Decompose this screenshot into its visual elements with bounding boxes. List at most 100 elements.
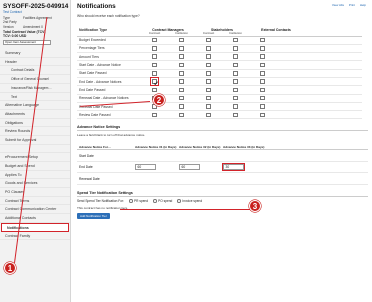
sidebar-item[interactable]: Review Rounds [0,127,70,136]
sidebar-item[interactable]: Office of General Counsel [0,75,70,84]
subcol-contract: Contract [202,30,215,35]
notification-checkbox[interactable] [179,62,184,68]
notification-checkbox[interactable] [179,79,184,84]
radio-label: Invoice spend [182,198,203,203]
advance-notice-days-input[interactable]: 60 [179,164,200,170]
radio-icon [177,199,181,203]
notification-checkbox[interactable] [206,54,211,59]
notification-checkbox[interactable] [260,46,265,51]
notification-checkbox[interactable] [152,54,157,59]
notification-checkbox[interactable] [233,79,238,84]
sidebar-item[interactable]: Applies To [0,171,70,180]
notification-checkbox[interactable] [152,37,157,43]
radio-icon [128,199,133,203]
checkbox-cell [222,95,249,101]
sidebar-item[interactable]: Goods and Services [0,179,70,189]
notification-type-label: Start Date Passed [79,71,107,76]
radio-pr-spend[interactable]: PR spend [128,199,148,203]
radio-po-spend[interactable]: PO spend [153,199,172,203]
notification-checkbox[interactable] [233,54,238,59]
notification-checkbox[interactable] [152,46,157,51]
notification-checkbox[interactable] [206,95,211,101]
checkbox-cell [222,37,249,43]
notification-checkbox[interactable] [206,37,211,43]
notification-checkbox[interactable] [260,79,265,84]
sidebar-item[interactable]: Attachments [0,110,70,119]
checkbox-cell [222,62,249,68]
sidebar-item[interactable]: Additional Contacts [0,214,70,223]
notification-checkbox[interactable] [206,79,211,84]
notification-checkbox[interactable] [179,71,184,76]
help-link[interactable]: Help [360,3,366,7]
notification-checkbox[interactable] [179,54,184,59]
notification-checkbox[interactable] [233,46,238,51]
sidebar-item[interactable]: Header [0,58,70,67]
sidebar-item[interactable]: Obligations [0,119,70,128]
checkbox-cell [141,112,168,118]
advance-notice-days-input[interactable]: 60 [135,164,156,170]
notification-checkbox[interactable] [152,87,157,93]
notification-checkbox[interactable] [260,95,265,101]
sidebar-item[interactable]: Contract Details [0,66,70,76]
sidebar-item[interactable]: Contract Terms [0,197,70,206]
notification-checkbox[interactable] [260,37,265,43]
sidebar-item[interactable] [0,145,70,154]
sidebar-item[interactable]: Contract Communication Center [0,205,70,215]
notification-checkbox[interactable] [206,71,211,76]
notification-checkbox[interactable] [206,87,211,93]
print-link[interactable]: Print [349,3,355,7]
notification-checkbox[interactable] [152,112,157,118]
notification-checkbox[interactable] [233,112,238,118]
sidebar-item[interactable]: PO Clauses [0,188,70,197]
radio-invoice-spend[interactable]: Invoice spend [177,199,202,203]
sidebar-item[interactable]: Submit for Approval [0,136,70,145]
sidebar-item[interactable]: eProcurement Setup [0,153,70,163]
main-panel: View Alts Print Help Notifications Who s… [72,0,372,302]
checkbox-cell [222,54,249,59]
checkbox-cell [222,79,249,84]
sidebar-item[interactable]: Budget and Spend [0,162,70,171]
notification-checkbox[interactable] [179,46,184,51]
subcol-institution: Institution [175,30,188,35]
contract-info: Type Facilities Agreement 2nd Party Versi… [0,14,70,29]
notification-checkbox[interactable] [260,54,265,59]
notification-checkbox[interactable] [179,37,184,43]
sidebar-item[interactable]: Contract Family [0,232,70,241]
advance-notice-row: End Date 60 60 30 [77,162,368,174]
sidebar-item[interactable]: Summary [0,49,70,58]
notification-checkbox[interactable] [179,112,184,118]
advance-notice-label: End Date [79,165,93,170]
notification-checkbox[interactable] [260,104,265,109]
notification-checkbox[interactable] [233,71,238,76]
subcol-institution: Institution [229,30,242,35]
notification-checkbox[interactable] [206,46,211,51]
notification-checkbox[interactable] [233,104,238,109]
notification-checkbox[interactable] [233,37,238,43]
sidebar: SYSOFF-2025-049914 Test Contract Type Fac… [0,0,71,302]
notification-checkbox[interactable] [260,87,265,93]
add-notification-tier-button[interactable]: Add Notification Tier [77,212,110,219]
notification-checkbox[interactable] [233,62,238,68]
notification-checkbox[interactable] [260,62,265,68]
checkbox-cell [168,62,195,68]
tcv-value: TCV: 0.00 USD [3,33,27,38]
notification-checkbox[interactable] [206,112,211,118]
notification-checkbox[interactable] [179,95,184,101]
notification-checkbox[interactable] [260,71,265,76]
sidebar-item[interactable]: Insurance/Risk Managem… [0,84,70,93]
notification-checkbox[interactable] [179,104,184,109]
view-alts-link[interactable]: View Alts [332,3,344,7]
notification-checkbox[interactable] [233,87,238,93]
notification-checkbox[interactable] [152,62,157,68]
advance-notice-label: Renewal Date [79,176,100,181]
notification-checkbox[interactable] [150,77,159,86]
sidebar-item[interactable]: Notifications [1,222,69,232]
notification-checkbox[interactable] [152,71,157,76]
notification-checkbox[interactable] [179,87,184,93]
notification-checkbox[interactable] [260,112,265,118]
advance-notice-days-input[interactable]: 30 [221,163,246,172]
notification-checkbox[interactable] [206,104,211,109]
checkbox-cell [168,112,195,118]
notification-checkbox[interactable] [233,95,238,101]
notification-checkbox[interactable] [206,62,211,68]
